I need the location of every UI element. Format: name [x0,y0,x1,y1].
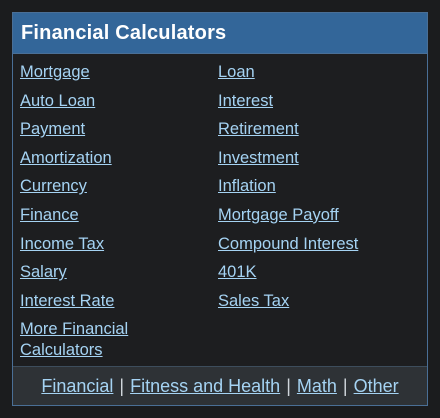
link-amortization[interactable]: Amortization [20,148,210,168]
panel-header: Financial Calculators [13,13,427,54]
right-link-column: Loan Interest Retirement Investment Infl… [218,62,418,319]
footer-separator: | [342,375,348,396]
link-currency[interactable]: Currency [20,176,210,196]
link-loan[interactable]: Loan [218,62,418,82]
link-finance[interactable]: Finance [20,205,210,225]
link-income-tax[interactable]: Income Tax [20,234,210,254]
footer-separator: | [286,375,291,396]
link-interest[interactable]: Interest [218,91,418,111]
footer-link-other[interactable]: Other [354,376,399,397]
link-payment[interactable]: Payment [20,119,210,139]
left-link-column: Mortgage Auto Loan Payment Amortization … [20,62,210,370]
financial-calculators-panel: Financial Calculators Mortgage Auto Loan… [12,12,428,406]
link-retirement[interactable]: Retirement [218,119,418,139]
panel-title: Financial Calculators [21,21,227,44]
link-more-financial-calculators[interactable]: More Financial Calculators [20,319,170,361]
link-sales-tax[interactable]: Sales Tax [218,291,418,311]
footer-link-financial[interactable]: Financial [41,376,113,397]
calculator-links: Mortgage Auto Loan Payment Amortization … [13,54,427,368]
link-mortgage-payoff[interactable]: Mortgage Payoff [218,205,418,225]
link-auto-loan[interactable]: Auto Loan [20,91,210,111]
link-interest-rate[interactable]: Interest Rate [20,291,210,311]
footer-link-fitness-and-health[interactable]: Fitness and Health [130,376,280,397]
link-inflation[interactable]: Inflation [218,176,418,196]
footer-link-math[interactable]: Math [297,376,337,397]
link-401k[interactable]: 401K [218,262,418,282]
footer-separator: | [119,375,125,396]
link-compound-interest[interactable]: Compound Interest [218,234,418,254]
link-salary[interactable]: Salary [20,262,210,282]
category-footer: Financial | Fitness and Health | Math | … [13,366,427,405]
link-investment[interactable]: Investment [218,148,418,168]
link-mortgage[interactable]: Mortgage [20,62,210,82]
